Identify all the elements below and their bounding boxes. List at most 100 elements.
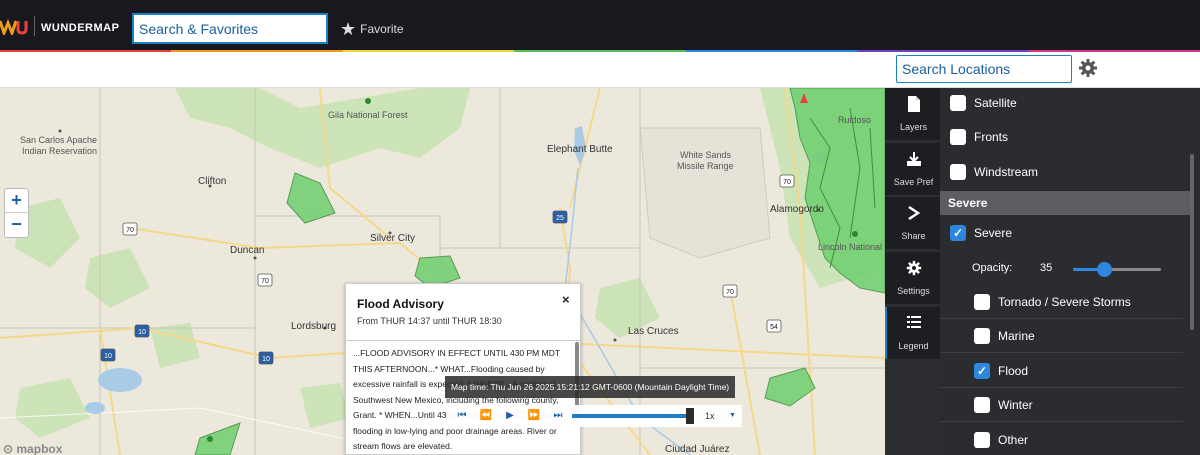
map-label: Alamogordo: [770, 204, 824, 215]
map-label: Silver City: [370, 233, 416, 244]
settings-gear-icon[interactable]: [1078, 58, 1098, 78]
layer-flood[interactable]: ✓ Flood: [940, 354, 1183, 388]
highway-shield-label: 70: [261, 278, 269, 285]
checkbox[interactable]: [950, 95, 966, 111]
map-label: Ciudad Juárez: [665, 444, 730, 455]
opacity-slider[interactable]: [1073, 262, 1161, 277]
caret-down-icon: ▼: [729, 412, 736, 419]
map-label: Ruidoso: [838, 115, 872, 125]
map-label: Missile Range: [677, 161, 734, 171]
timeline-track[interactable]: [572, 414, 692, 418]
document-icon: [887, 96, 940, 112]
timeline-thumb[interactable]: [685, 408, 694, 424]
tab-label: Legend: [898, 341, 929, 351]
highway-shield: 70: [779, 174, 795, 188]
logo-separator: [34, 16, 35, 36]
layer-marine[interactable]: Marine: [940, 319, 1183, 353]
layer-severe[interactable]: ✓ Severe: [940, 216, 1190, 250]
highway-shield: 25: [552, 210, 568, 224]
map-label: Lordsburg: [291, 321, 337, 332]
opacity-slider-thumb[interactable]: [1096, 262, 1112, 277]
tab-share[interactable]: Share: [885, 197, 940, 249]
tab-legend[interactable]: Legend: [885, 307, 940, 359]
layer-label: Severe: [974, 226, 1013, 240]
section-severe-header[interactable]: Severe: [940, 191, 1194, 215]
map-label: White Sands: [680, 150, 732, 160]
location-bar: [0, 52, 1200, 88]
panel-scrollbar[interactable]: [1190, 154, 1194, 330]
layer-windstream[interactable]: Windstream: [940, 155, 1190, 189]
checkbox[interactable]: [974, 431, 990, 448]
skip-to-end-icon[interactable]: ⏭: [547, 407, 569, 425]
layer-satellite[interactable]: Satellite: [940, 88, 1190, 120]
map-label: Indian Reservation: [22, 146, 98, 156]
step-back-icon[interactable]: ⏪: [475, 407, 497, 425]
layer-label: Marine: [998, 328, 1035, 343]
opacity-value: 35: [1040, 262, 1053, 274]
tab-label: Layers: [899, 122, 927, 132]
zoom-out-button[interactable]: −: [5, 213, 28, 237]
popup-subtitle: From THUR 14:37 until THUR 18:30: [357, 316, 502, 326]
play-icon[interactable]: ▶: [499, 407, 521, 425]
map-time-tooltip: Map time: Thu Jun 26 2025 15:21:12 GMT-0…: [445, 376, 736, 398]
opacity-label: Opacity:: [972, 262, 1013, 274]
search-favorites-input[interactable]: [132, 13, 328, 44]
checkbox[interactable]: [974, 327, 990, 344]
checkbox[interactable]: [950, 129, 966, 145]
highway-shield-label: 25: [556, 215, 564, 222]
checkbox[interactable]: [950, 164, 966, 180]
layer-label: Tornado / Severe Storms: [998, 294, 1131, 309]
tab-layers[interactable]: Layers: [885, 88, 940, 140]
checkbox-checked[interactable]: ✓: [950, 225, 966, 241]
map-label: Duncan: [230, 245, 265, 256]
tab-label: Settings: [897, 286, 930, 296]
highway-shield-label: 54: [770, 324, 778, 331]
map-label: Elephant Butte: [547, 144, 613, 155]
speed-select[interactable]: 1x ▼: [702, 407, 740, 425]
highway-shield-label: 70: [126, 227, 134, 234]
favorite-button[interactable]: ★ Favorite: [340, 18, 404, 40]
layer-label: Satellite: [974, 96, 1017, 110]
map-label: Las Cruces: [628, 326, 679, 337]
search-locations-input[interactable]: [896, 55, 1072, 83]
highway-shield: 70: [122, 222, 138, 236]
step-forward-icon[interactable]: ⏩: [523, 407, 545, 425]
wunderground-logo-icon[interactable]: [0, 17, 30, 35]
layer-label: Windstream: [974, 165, 1039, 179]
popup-title: Flood Advisory: [357, 297, 444, 311]
checkbox[interactable]: [974, 396, 990, 413]
layer-label: Winter: [998, 397, 1033, 412]
popup-body: ...FLOOD ADVISORY IN EFFECT UNTIL 430 PM…: [353, 348, 562, 451]
star-icon: ★: [340, 18, 357, 39]
top-bar: WUNDERMAP ★ Favorite: [0, 0, 1200, 50]
flood-advisory-popup: Flood Advisory × From THUR 14:37 until T…: [345, 283, 582, 455]
map-label: Gila National Forest: [328, 110, 408, 120]
highway-shield-label: 10: [138, 329, 146, 336]
highway-shield-label: 70: [783, 179, 791, 186]
layer-label: Fronts: [974, 130, 1009, 144]
popup-divider: [346, 340, 582, 341]
tab-label: Share: [901, 231, 926, 241]
checkbox-checked[interactable]: ✓: [974, 362, 990, 379]
layer-winter[interactable]: Winter: [940, 388, 1183, 422]
map-canvas[interactable]: 70 70 70 10 25 10 10 70 54 San Carlos Apache Ind…: [0, 88, 885, 455]
skip-to-start-icon[interactable]: ⏮: [451, 407, 473, 425]
layer-fronts[interactable]: Fronts: [940, 120, 1190, 154]
zoom-in-button[interactable]: +: [5, 189, 28, 213]
tab-settings[interactable]: Settings: [885, 252, 940, 304]
speed-value: 1x: [705, 411, 715, 421]
layer-tornado-severe-storms[interactable]: Tornado / Severe Storms: [940, 285, 1183, 319]
tab-save-pref[interactable]: Save Pref: [885, 143, 940, 195]
layer-label: Other: [998, 432, 1029, 447]
checkbox[interactable]: [974, 293, 990, 310]
layer-other[interactable]: Other: [940, 423, 1183, 455]
logo-text[interactable]: WUNDERMAP: [41, 22, 119, 34]
gear-icon: [887, 260, 940, 276]
mapbox-logo[interactable]: ⊙ mapbox: [3, 442, 62, 455]
popup-close-button[interactable]: ×: [562, 292, 570, 307]
highway-shield: 70: [722, 284, 738, 298]
download-icon: [887, 151, 940, 167]
highway-shield-label: 70: [726, 289, 734, 296]
chevron-right-icon: [887, 205, 940, 221]
list-icon: [887, 315, 940, 331]
